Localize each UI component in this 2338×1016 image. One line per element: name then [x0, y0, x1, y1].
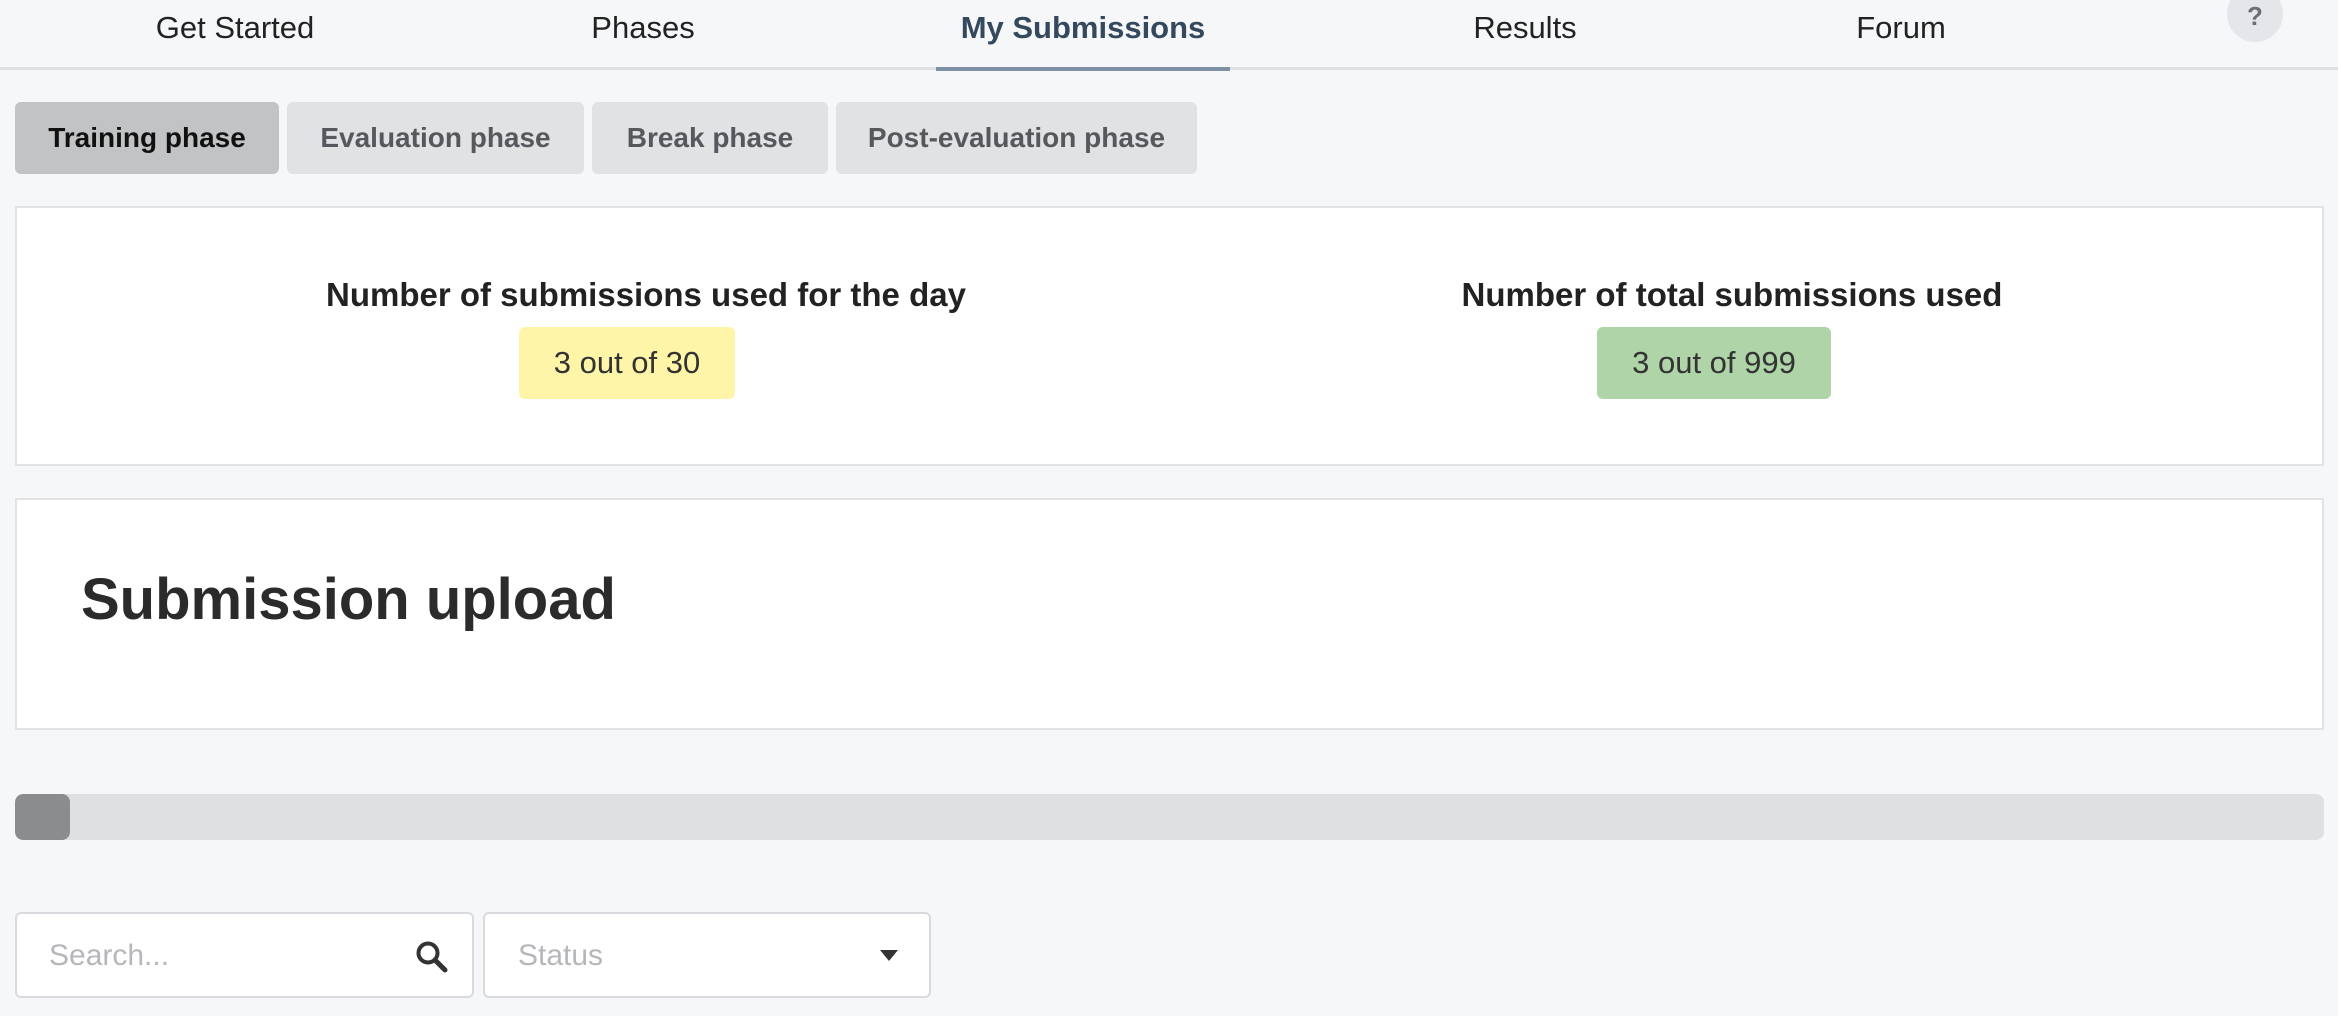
active-tab-indicator [936, 67, 1230, 71]
status-dropdown[interactable]: Status [483, 912, 931, 998]
nav-phases[interactable]: Phases [581, 0, 705, 70]
caret-down-icon [880, 950, 898, 961]
daily-submissions-label: Number of submissions used for the day [326, 276, 966, 313]
phase-tab-post-evaluation[interactable]: Post-evaluation phase [836, 102, 1197, 174]
daily-submissions-badge: 3 out of 30 [519, 327, 735, 399]
total-submissions-label: Number of total submissions used [1461, 276, 2003, 313]
submission-upload-title: Submission upload [81, 567, 616, 632]
search-field [15, 912, 474, 998]
nav-my-submissions[interactable]: My Submissions [960, 0, 1206, 70]
phase-tab-evaluation[interactable]: Evaluation phase [287, 102, 584, 174]
phase-tab-break[interactable]: Break phase [592, 102, 828, 174]
nav-forum[interactable]: Forum [1850, 0, 1952, 70]
top-navigation: Get Started Phases My Submissions Result… [0, 0, 2338, 71]
upload-progress-fill [15, 794, 70, 840]
phase-tab-training[interactable]: Training phase [15, 102, 279, 174]
search-input[interactable] [47, 932, 391, 980]
help-button[interactable]: ? [2227, 0, 2283, 42]
submission-upload-panel: Submission upload [15, 498, 2324, 730]
status-placeholder: Status [518, 939, 604, 972]
nav-results[interactable]: Results [1466, 0, 1584, 70]
total-submissions-badge: 3 out of 999 [1597, 327, 1831, 399]
upload-progress-bar [15, 794, 2324, 840]
nav-get-started[interactable]: Get Started [143, 0, 327, 70]
submission-stats-panel: Number of submissions used for the day 3… [15, 206, 2324, 466]
search-icon[interactable] [415, 940, 449, 974]
question-icon: ? [2247, 1, 2263, 31]
